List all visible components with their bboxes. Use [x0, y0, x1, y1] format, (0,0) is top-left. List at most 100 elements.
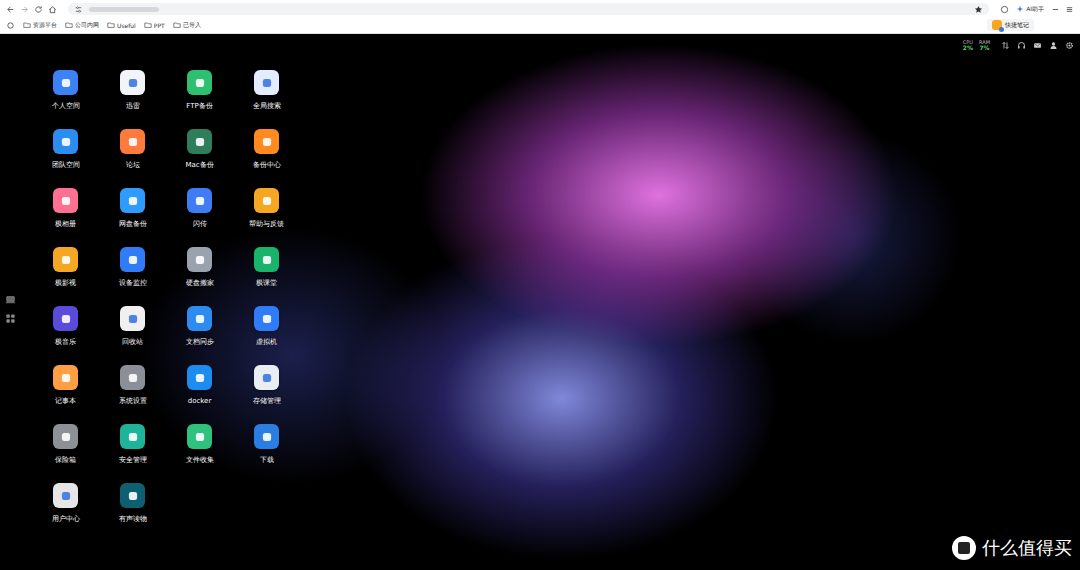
- transfer-icon[interactable]: [1001, 41, 1010, 50]
- app-icon: [120, 306, 145, 331]
- app-glyph-icon: [126, 253, 140, 267]
- headset-icon[interactable]: [1017, 41, 1026, 50]
- app-shortcut[interactable]: 硬盘搬家: [166, 247, 233, 306]
- bookmark-folder[interactable]: 公司内网: [65, 21, 99, 30]
- app-shortcut[interactable]: 文件收集: [166, 424, 233, 483]
- app-shortcut[interactable]: 团队空间: [32, 129, 99, 188]
- app-glyph-icon: [59, 430, 73, 444]
- app-icon: [187, 365, 212, 390]
- app-shortcut[interactable]: 回收站: [99, 306, 166, 365]
- ram-meter: RAM7%: [979, 40, 990, 51]
- app-glyph-icon: [126, 312, 140, 326]
- grid-icon[interactable]: [5, 313, 16, 324]
- app-icon: [120, 365, 145, 390]
- back-icon[interactable]: [6, 5, 15, 14]
- app-shortcut[interactable]: 极相册: [32, 188, 99, 247]
- app-shortcut[interactable]: 极音乐: [32, 306, 99, 365]
- app-shortcut[interactable]: 迅雷: [99, 70, 166, 129]
- app-glyph-icon: [59, 489, 73, 503]
- app-shortcut[interactable]: 备份中心: [233, 129, 300, 188]
- app-icon: [120, 188, 145, 213]
- app-icon: [254, 365, 279, 390]
- app-shortcut[interactable]: 安全管理: [99, 424, 166, 483]
- app-icon: [120, 247, 145, 272]
- app-icon: [187, 129, 212, 154]
- app-glyph-icon: [260, 312, 274, 326]
- folder-icon: [23, 21, 31, 29]
- app-shortcut[interactable]: docker: [166, 365, 233, 424]
- menu-icon[interactable]: [1065, 5, 1074, 14]
- minimize-icon[interactable]: [1051, 5, 1060, 14]
- app-icon: [187, 247, 212, 272]
- app-glyph-icon: [260, 76, 274, 90]
- app-shortcut[interactable]: 记事本: [32, 365, 99, 424]
- gear-icon[interactable]: [1065, 41, 1074, 50]
- bookmark-folder[interactable]: 已导入: [173, 21, 201, 30]
- app-shortcut[interactable]: 网盘备份: [99, 188, 166, 247]
- bookmark-folder[interactable]: Useful: [107, 21, 136, 29]
- app-glyph-icon: [260, 253, 274, 267]
- app-icon: [187, 188, 212, 213]
- site-info-icon[interactable]: [74, 5, 83, 14]
- folder-icon: [65, 21, 73, 29]
- folder-icon: [144, 21, 152, 29]
- star-icon[interactable]: [974, 5, 983, 14]
- bookmark-folder[interactable]: 资源平台: [23, 21, 57, 30]
- app-glyph-icon: [260, 371, 274, 385]
- app-glyph-icon: [260, 135, 274, 149]
- home-icon[interactable]: [48, 5, 57, 14]
- app-glyph-icon: [260, 194, 274, 208]
- app-icon: [254, 129, 279, 154]
- app-icon: [53, 188, 78, 213]
- address-bar[interactable]: [68, 3, 989, 15]
- app-shortcut[interactable]: 极课堂: [233, 247, 300, 306]
- app-glyph-icon: [126, 194, 140, 208]
- watermark-logo-icon: [952, 536, 976, 560]
- bookmark-folder[interactable]: PPT: [144, 21, 165, 29]
- app-shortcut[interactable]: 存储管理: [233, 365, 300, 424]
- app-icon: [53, 70, 78, 95]
- app-shortcut[interactable]: 个人空间: [32, 70, 99, 129]
- app-shortcut[interactable]: 下载: [233, 424, 300, 483]
- reload-icon[interactable]: [34, 5, 43, 14]
- app-shortcut[interactable]: FTP备份: [166, 70, 233, 129]
- bookmarks-bar: 资源平台公司内网 Useful PPT 已导入 快捷笔记: [0, 17, 1080, 33]
- app-icon: [53, 129, 78, 154]
- app-shortcut[interactable]: 帮助与反馈: [233, 188, 300, 247]
- app-shortcut[interactable]: 闪传: [166, 188, 233, 247]
- app-icon: [53, 306, 78, 331]
- chat-icon[interactable]: [1000, 5, 1009, 14]
- app-glyph-icon: [193, 371, 207, 385]
- app-shortcut[interactable]: 全局搜索: [233, 70, 300, 129]
- bookmarks-menu-icon[interactable]: [6, 21, 15, 30]
- app-icon: [53, 247, 78, 272]
- app-glyph-icon: [126, 371, 140, 385]
- user-icon[interactable]: [1049, 41, 1058, 50]
- quick-note-button[interactable]: 快捷笔记: [987, 19, 1034, 31]
- app-shortcut[interactable]: 论坛: [99, 129, 166, 188]
- app-shortcut[interactable]: 极影视: [32, 247, 99, 306]
- app-icon: [187, 70, 212, 95]
- desktop: CPU2%RAM7%个人空间迅雷FTP备份全局搜索团队空间论坛Mac备份备份中心…: [0, 34, 1080, 570]
- forward-icon[interactable]: [20, 5, 29, 14]
- toolbar: AI助手: [0, 0, 1080, 17]
- app-shortcut[interactable]: 用户中心: [32, 483, 99, 542]
- app-glyph-icon: [193, 135, 207, 149]
- browser-chrome: AI助手资源平台公司内网 Useful PPT 已导入 快捷笔记: [0, 0, 1080, 34]
- app-glyph-icon: [59, 253, 73, 267]
- app-shortcut[interactable]: 系统设置: [99, 365, 166, 424]
- app-icon: [254, 424, 279, 449]
- app-glyph-icon: [126, 430, 140, 444]
- ai-assistant-button[interactable]: AI助手: [1014, 5, 1046, 14]
- app-shortcut[interactable]: 文档同步: [166, 306, 233, 365]
- app-shortcut[interactable]: Mac备份: [166, 129, 233, 188]
- app-shortcut[interactable]: 保险箱: [32, 424, 99, 483]
- desktop-body: 个人空间迅雷FTP备份全局搜索团队空间论坛Mac备份备份中心极相册网盘备份闪传帮…: [0, 56, 1080, 570]
- folder-icon: [107, 21, 115, 29]
- mail-icon[interactable]: [1033, 41, 1042, 50]
- app-shortcut[interactable]: 设备监控: [99, 247, 166, 306]
- app-shortcut[interactable]: 虚拟机: [233, 306, 300, 365]
- app-shortcut[interactable]: 有声读物: [99, 483, 166, 542]
- monitor-icon[interactable]: [5, 294, 16, 305]
- watermark: 什么值得买: [952, 536, 1072, 560]
